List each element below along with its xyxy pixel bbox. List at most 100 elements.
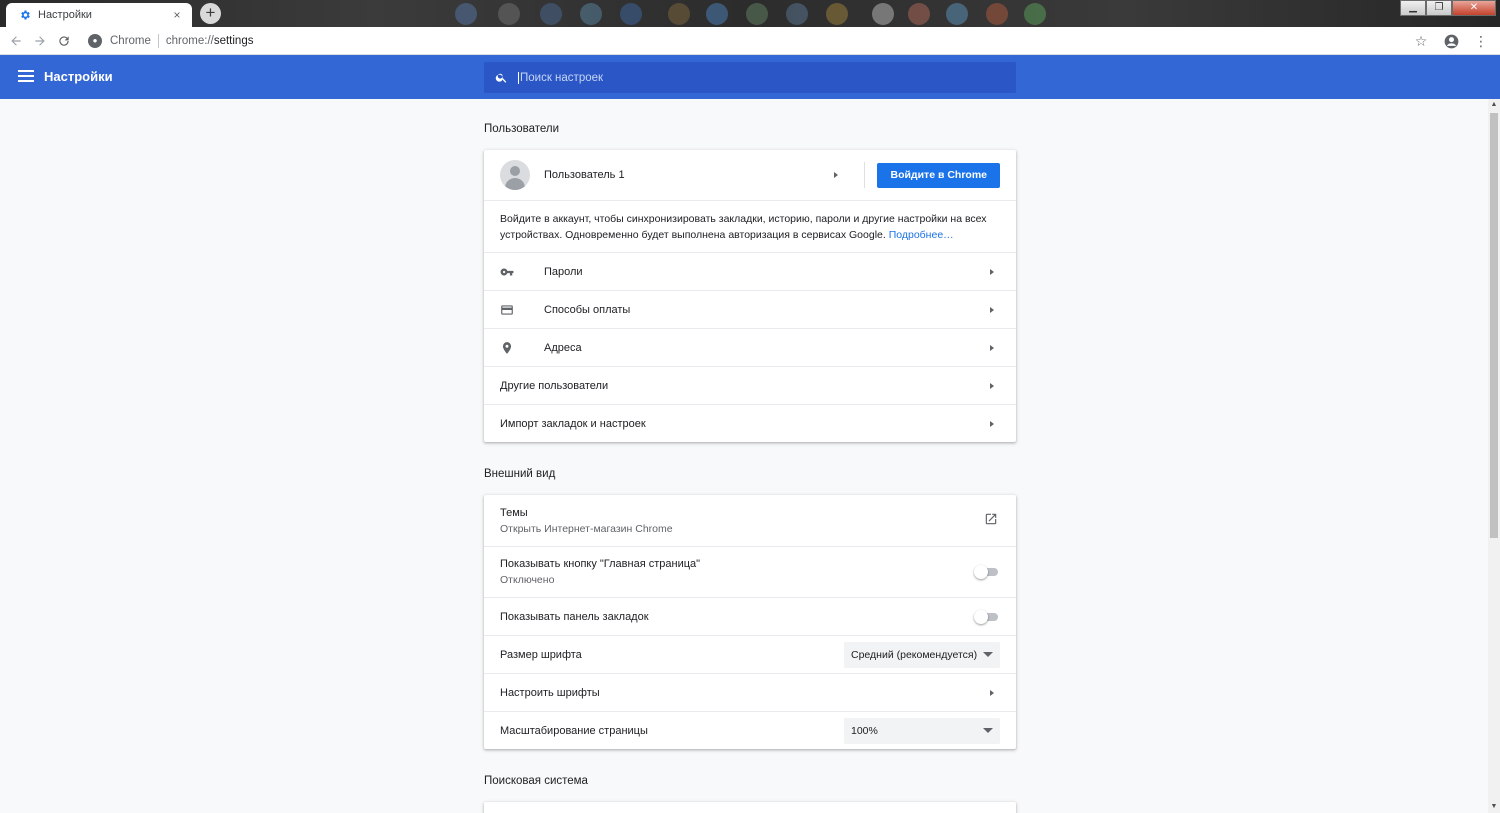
user-name[interactable]: Пользователь 1 <box>544 169 834 181</box>
bookmarks-bar-toggle[interactable] <box>974 609 998 624</box>
back-icon[interactable] <box>4 29 28 53</box>
section-title-appearance: Внешний вид <box>484 468 556 480</box>
credit-card-icon <box>500 303 544 317</box>
new-tab-button[interactable]: + <box>200 3 221 24</box>
avatar <box>500 160 530 190</box>
row-other-people[interactable]: Другие пользователи <box>484 366 1016 404</box>
toolbar-actions: ☆ ⋮ <box>1406 29 1496 53</box>
sync-description: Войдите в аккаунт, чтобы синхронизироват… <box>484 200 1016 252</box>
row-page-zoom: Масштабирование страницы 100% <box>484 711 1016 749</box>
row-payment-methods[interactable]: Способы оплаты <box>484 290 1016 328</box>
search-input[interactable] <box>518 71 998 84</box>
profile-avatar-icon[interactable] <box>1436 29 1466 53</box>
row-label: Способы оплаты <box>544 303 631 316</box>
row-bookmarks-bar[interactable]: Показывать панель закладок <box>484 597 1016 635</box>
search-engine-card <box>484 802 1016 813</box>
section-title-people: Пользователи <box>484 123 560 135</box>
divider <box>864 162 866 188</box>
background-icon <box>826 3 848 25</box>
people-card: Пользователь 1 Войдите в Chrome Войдите … <box>484 150 1016 442</box>
browser-toolbar: ● Chrome chrome://settings ☆ ⋮ <box>0 27 1500 55</box>
url-origin-chip: Chrome <box>110 34 151 47</box>
row-label: Другие пользователи <box>500 379 609 392</box>
font-size-select[interactable]: Средний (рекомендуется) <box>844 641 1000 668</box>
chevron-right-icon <box>990 306 994 313</box>
background-icon <box>540 3 562 25</box>
background-icon <box>620 3 642 25</box>
sign-in-button[interactable]: Войдите в Chrome <box>877 162 1000 188</box>
background-icon <box>786 3 808 25</box>
page-zoom-label: Масштабирование страницы <box>500 724 648 737</box>
browser-tab[interactable]: Настройки × <box>6 3 192 27</box>
user-row: Пользователь 1 Войдите в Chrome <box>484 150 1016 200</box>
appearance-card: Темы Открыть Интернет-магазин Chrome Пок… <box>484 495 1016 749</box>
section-title-search-engine: Поисковая система <box>484 775 588 787</box>
learn-more-link[interactable]: Подробнее… <box>889 229 954 241</box>
page-zoom-select[interactable]: 100% <box>844 717 1000 744</box>
background-icon <box>986 3 1008 25</box>
font-size-value: Средний (рекомендуется) <box>851 648 978 661</box>
row-addresses[interactable]: Адреса <box>484 328 1016 366</box>
row-customize-fonts[interactable]: Настроить шрифты <box>484 673 1016 711</box>
row-themes[interactable]: Темы Открыть Интернет-магазин Chrome <box>484 495 1016 546</box>
tab-title: Настройки <box>38 9 92 21</box>
url-path: settings <box>213 34 254 47</box>
background-icon <box>1024 3 1046 25</box>
scroll-up-icon[interactable]: ▲ <box>1488 99 1500 111</box>
scrollbar-thumb[interactable] <box>1490 113 1498 538</box>
customize-fonts-label: Настроить шрифты <box>500 686 600 699</box>
open-in-new-icon[interactable] <box>984 512 998 529</box>
forward-icon[interactable] <box>28 29 52 53</box>
settings-gear-icon <box>18 8 32 22</box>
page-zoom-value: 100% <box>851 724 878 737</box>
row-passwords[interactable]: Пароли <box>484 252 1016 290</box>
reload-icon[interactable] <box>52 29 76 53</box>
tab-close-icon[interactable]: × <box>170 8 184 22</box>
row-import-bookmarks[interactable]: Импорт закладок и настроек <box>484 404 1016 442</box>
chevron-right-icon <box>990 689 994 696</box>
row-label: Пароли <box>544 265 583 278</box>
chrome-page-icon: ● <box>88 33 102 48</box>
home-button-sublabel: Отключено <box>500 574 555 586</box>
maximize-button[interactable]: ❐ <box>1426 0 1452 16</box>
dropdown-arrow-icon <box>983 652 993 657</box>
key-icon <box>500 265 544 279</box>
page-title: Настройки <box>44 69 113 84</box>
background-icon <box>746 3 768 25</box>
chevron-right-icon <box>990 420 994 427</box>
row-home-button[interactable]: Показывать кнопку "Главная страница" Отк… <box>484 546 1016 597</box>
window-close-button[interactable]: ✕ <box>1452 0 1496 16</box>
chevron-right-icon <box>990 344 994 351</box>
home-button-toggle[interactable] <box>974 565 998 579</box>
window-controls: ▁ ❐ ✕ <box>1400 0 1496 16</box>
bookmark-star-icon[interactable]: ☆ <box>1406 29 1436 53</box>
settings-main: Пользователи Пользователь 1 Войдите в Ch… <box>484 99 1016 813</box>
address-bar[interactable]: ● Chrome chrome://settings <box>88 30 253 52</box>
home-button-text: Показывать кнопку "Главная страница" Отк… <box>500 556 974 588</box>
scroll-down-icon[interactable]: ▼ <box>1488 801 1500 813</box>
browser-menu-icon[interactable]: ⋮ <box>1466 29 1496 53</box>
themes-label: Темы <box>500 506 528 519</box>
background-icon <box>706 3 728 25</box>
chevron-right-icon[interactable] <box>834 172 839 178</box>
row-font-size: Размер шрифта Средний (рекомендуется) <box>484 635 1016 673</box>
font-size-label: Размер шрифта <box>500 648 582 661</box>
location-pin-icon <box>500 341 544 355</box>
hamburger-menu-icon[interactable] <box>18 68 34 84</box>
row-label: Адреса <box>544 341 582 354</box>
omnibox-divider <box>157 33 159 48</box>
url-scheme: chrome:// <box>165 34 214 47</box>
search-icon <box>484 71 518 84</box>
background-icon <box>946 3 968 25</box>
tab-strip: Настройки × + ▁ ❐ ✕ <box>0 0 1500 27</box>
chevron-right-icon <box>990 382 994 389</box>
minimize-button[interactable]: ▁ <box>1400 0 1426 16</box>
settings-search-box[interactable] <box>484 62 1016 93</box>
background-icon <box>455 3 477 25</box>
settings-header: Настройки <box>0 55 1500 99</box>
background-icon <box>580 3 602 25</box>
page-scrollbar[interactable]: ▲ ▼ <box>1488 99 1500 813</box>
url-text: chrome://settings <box>166 35 254 47</box>
row-label: Импорт закладок и настроек <box>500 417 646 430</box>
chevron-right-icon <box>990 268 994 275</box>
